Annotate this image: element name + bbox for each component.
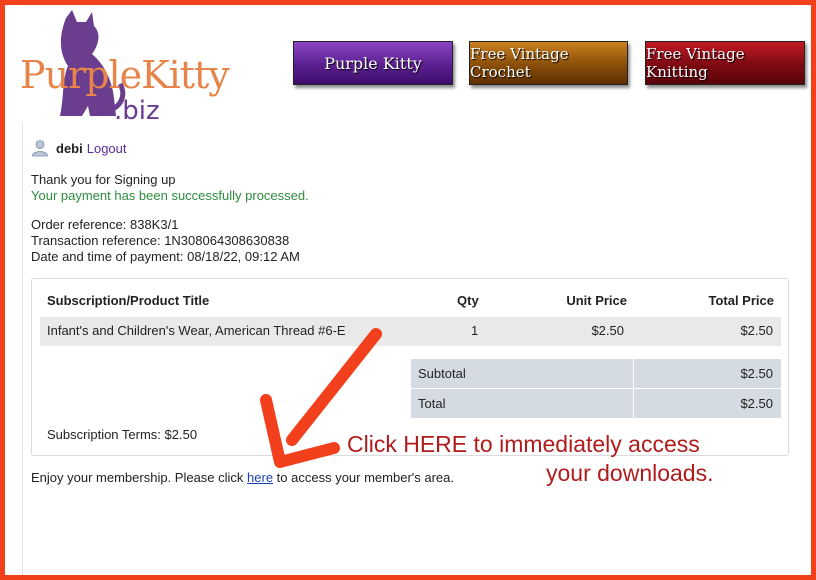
row-qty: 1 xyxy=(471,323,479,338)
subtotal-row: Subtotal $2.50 xyxy=(411,359,781,388)
row-title: Infant's and Children's Wear, American T… xyxy=(47,323,346,338)
enjoy-text-after: to access your member's area. xyxy=(273,470,455,485)
logo-kitty-text: Kitty xyxy=(141,53,230,97)
row-unit-price: $2.50 xyxy=(591,323,624,338)
order-reference: Order reference: 838K3/1 xyxy=(31,217,179,232)
header-title: Subscription/Product Title xyxy=(47,293,210,308)
nav-purple-kitty-button[interactable]: Purple Kitty xyxy=(293,41,453,85)
subtotal-separator xyxy=(633,359,634,388)
subtotal-value: $2.50 xyxy=(740,366,773,381)
logout-link[interactable]: Logout xyxy=(87,141,127,156)
total-label: Total xyxy=(418,396,446,411)
header-unit-price: Unit Price xyxy=(566,293,627,308)
site-header: PurpleKitty .biz Purple Kitty Free Vinta… xyxy=(0,0,816,126)
logo-wordmark: PurpleKitty xyxy=(20,53,230,97)
purplekitty-logo[interactable]: PurpleKitty .biz xyxy=(20,10,230,126)
subtotal-label: Subtotal xyxy=(418,366,466,381)
order-summary-card: Subscription/Product Title Qty Unit Pric… xyxy=(31,278,789,456)
subscription-terms: Subscription Terms: $2.50 xyxy=(47,427,198,442)
annotation-line-1: Click HERE to immediately access xyxy=(347,431,700,457)
enjoy-text-before: Enjoy your membership. Please click xyxy=(31,470,248,485)
payment-datetime: Date and time of payment: 08/18/22, 09:1… xyxy=(31,249,300,264)
logo-purple-text: Purple xyxy=(20,53,142,97)
total-row: Total $2.50 xyxy=(411,389,781,418)
header-qty: Qty xyxy=(457,293,479,308)
user-bar: debi Logout xyxy=(31,138,127,158)
total-value: $2.50 xyxy=(740,396,773,411)
nav-knitting-button[interactable]: Free Vintage Knitting xyxy=(645,41,805,85)
user-icon xyxy=(32,140,48,157)
order-details: Order reference: 838K3/1 Transaction ref… xyxy=(31,217,300,265)
annotation-line-2: your downloads. xyxy=(546,460,714,486)
thanks-message: Thank you for Signing up xyxy=(31,172,176,187)
header-total-price: Total Price xyxy=(708,293,774,308)
transaction-reference: Transaction reference: 1N308064308630838 xyxy=(31,233,290,248)
member-area-link[interactable]: here xyxy=(247,470,273,485)
username: debi xyxy=(56,140,83,156)
payment-success-message: Your payment has been successfully proce… xyxy=(31,188,309,203)
main-content: debi Logout Thank you for Signing up You… xyxy=(22,122,812,580)
row-total-price: $2.50 xyxy=(740,323,773,338)
total-separator xyxy=(633,389,634,418)
member-area-message: Enjoy your membership. Please click here… xyxy=(31,470,454,485)
nav-crochet-button[interactable]: Free Vintage Crochet xyxy=(469,41,628,85)
